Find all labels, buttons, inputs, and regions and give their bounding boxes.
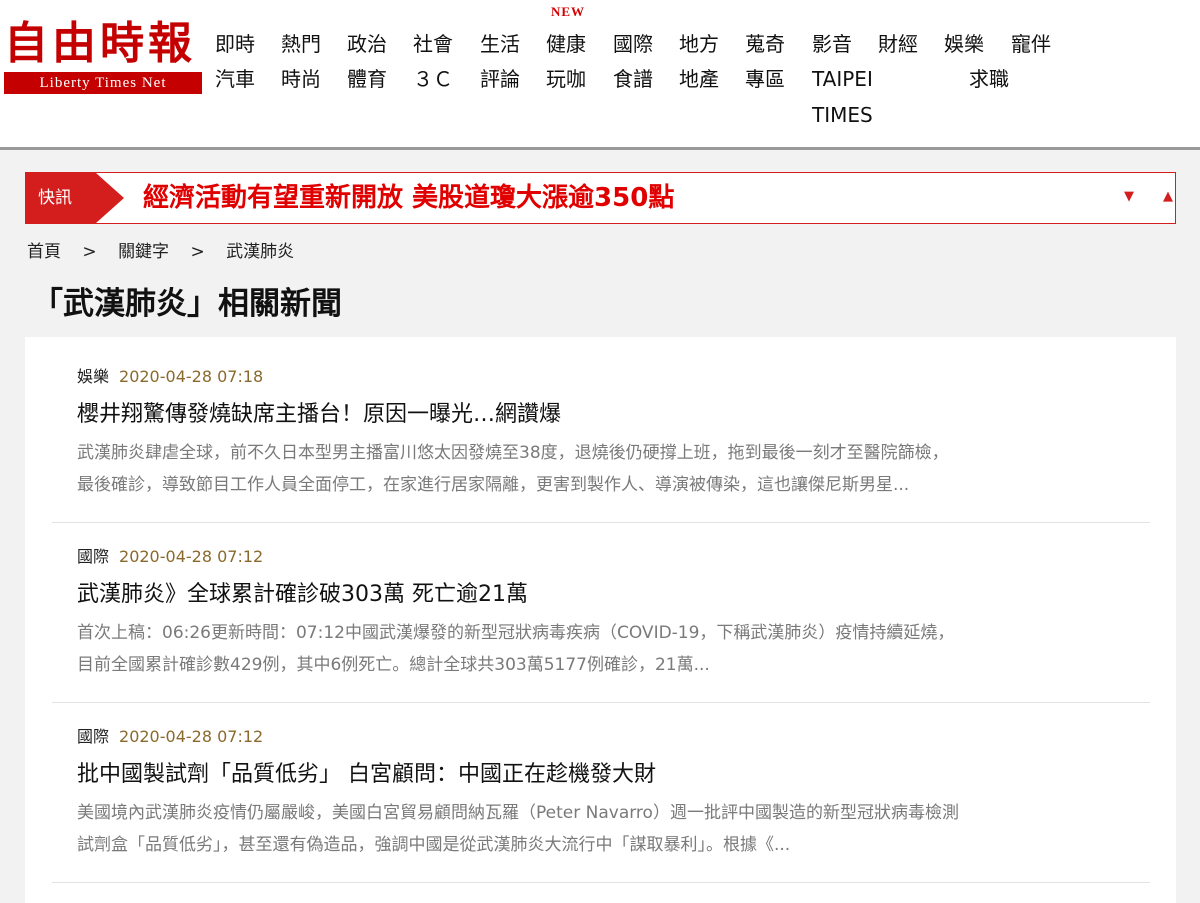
news-summary: 美國境內武漢肺炎疫情仍屬嚴峻，美國白宮貿易顧問納瓦羅（Peter Navarro… <box>77 797 1137 861</box>
news-summary-line: 目前全國累計確診數429例，其中6例死亡。總計全球共303萬5177例確診，21… <box>77 655 710 675</box>
nav-item-features[interactable]: 專區 <box>745 65 785 93</box>
breaking-news-ticker: 快訊 經濟活動有望重新開放 美股道瓊大漲逾350點 ▼ ▲ <box>25 172 1176 224</box>
breadcrumb-separator: > <box>190 242 205 262</box>
news-meta: 國際 2020-04-28 07:12 <box>77 545 263 569</box>
news-summary: 武漢肺炎肆虐全球，前不久日本型男主播富川悠太因發燒至38度，退燒後仍硬撐上班，拖… <box>77 437 1137 501</box>
breadcrumb-keyword[interactable]: 關鍵字 <box>118 239 169 265</box>
nav-item-world[interactable]: 國際 <box>613 30 653 58</box>
caret-down-icon[interactable]: ▼ <box>1124 187 1134 207</box>
caret-up-icon[interactable]: ▲ <box>1163 187 1173 207</box>
news-summary-line: 首次上稿：06:26更新時間：07:12中國武漢爆發的新型冠狀病毒疾病（COVI… <box>77 623 955 643</box>
nav-item-taipei-times-line2[interactable]: TIMES <box>812 101 873 129</box>
news-list: 娛樂 2020-04-28 07:18 櫻井翔驚傳發燒缺席主播台！原因一曝光…網讚… <box>25 337 1176 903</box>
nav-item-politics[interactable]: 政治 <box>347 30 387 58</box>
breadcrumb-separator: > <box>82 242 97 262</box>
nav-item-fashion[interactable]: 時尚 <box>281 65 321 93</box>
nav-item-sports[interactable]: 體育 <box>347 65 387 93</box>
ticker-arrow-shape <box>96 173 124 223</box>
nav-item-life[interactable]: 生活 <box>480 30 520 58</box>
nav-item-finance[interactable]: 財經 <box>878 30 918 58</box>
logo-english-name: Liberty Times Net <box>4 72 202 94</box>
news-item: 娛樂 2020-04-28 07:18 櫻井翔驚傳發燒缺席主播台！原因一曝光…網讚… <box>52 365 1150 523</box>
news-item: 國際 2020-04-28 07:12 武漢肺炎》全球累計確診破303萬 死亡逾2… <box>52 545 1150 703</box>
breaking-news-headline[interactable]: 經濟活動有望重新開放 美股道瓊大漲逾350點 <box>143 173 674 223</box>
news-meta: 娛樂 2020-04-28 07:18 <box>77 365 263 389</box>
news-summary-line: 試劑盒「品質低劣」，甚至還有偽造品，強調中國是從武漢肺炎大流行中「謀取暴利」。根… <box>77 835 791 855</box>
breadcrumb-home[interactable]: 首頁 <box>27 239 61 265</box>
nav-item-society[interactable]: 社會 <box>413 30 453 58</box>
news-category[interactable]: 國際 <box>77 727 109 746</box>
nav-item-jobs[interactable]: 求職 <box>969 65 1009 93</box>
news-summary-line: 武漢肺炎肆虐全球，前不久日本型男主播富川悠太因發燒至38度，退燒後仍硬撐上班，拖… <box>77 443 949 463</box>
news-summary-line: 最後確診，導致節目工作人員全面停工，在家進行居家隔離，更害到製作人、導演被傳染，… <box>77 475 910 495</box>
news-meta: 國際 2020-04-28 07:12 <box>77 725 263 749</box>
nav-item-auto[interactable]: 汽車 <box>215 65 255 93</box>
nav-item-recipes[interactable]: 食譜 <box>613 65 653 93</box>
logo-chinese-name: 自由時報 <box>4 18 196 69</box>
nav-item-popular[interactable]: 熱門 <box>281 30 321 58</box>
nav-item-novelty[interactable]: 蒐奇 <box>745 30 785 58</box>
news-item: 國際 2020-04-28 07:12 批中國製試劑「品質低劣」 白宮顧問：中國正… <box>52 725 1150 883</box>
nav-item-health[interactable]: 健康 <box>546 30 586 58</box>
breadcrumb-current[interactable]: 武漢肺炎 <box>226 239 294 265</box>
nav-item-instant[interactable]: 即時 <box>215 30 255 58</box>
nav-item-pets[interactable]: 寵伴 <box>1011 30 1051 58</box>
news-time: 2020-04-28 07:12 <box>119 727 264 746</box>
news-time: 2020-04-28 07:18 <box>119 367 264 386</box>
nav-item-taipei-times[interactable]: TAIPEI <box>812 65 873 93</box>
news-category[interactable]: 娛樂 <box>77 367 109 386</box>
news-category[interactable]: 國際 <box>77 547 109 566</box>
news-summary: 首次上稿：06:26更新時間：07:12中國武漢爆發的新型冠狀病毒疾病（COVI… <box>77 617 1137 681</box>
page-title: 「武漢肺炎」相關新聞 <box>32 286 342 322</box>
nav-item-local[interactable]: 地方 <box>679 30 719 58</box>
nav-item-playgoer[interactable]: 玩咖 <box>546 65 586 93</box>
breaking-news-label: 快訊 <box>26 173 96 223</box>
site-header: 自由時報 Liberty Times Net NEW 即時 熱門 政治 社會 生… <box>0 0 1200 150</box>
news-summary-line: 美國境內武漢肺炎疫情仍屬嚴峻，美國白宮貿易顧問納瓦羅（Peter Navarro… <box>77 803 959 823</box>
nav-item-video[interactable]: 影音 <box>812 30 852 58</box>
news-headline[interactable]: 批中國製試劑「品質低劣」 白宮顧問：中國正在趁機發大財 <box>77 759 656 791</box>
nav-item-property[interactable]: 地產 <box>679 65 719 93</box>
nav-item-opinion[interactable]: 評論 <box>480 65 520 93</box>
nav-item-3c[interactable]: ３Ｃ <box>413 65 453 93</box>
breadcrumb: 首頁 > 關鍵字 > 武漢肺炎 <box>27 239 294 265</box>
news-time: 2020-04-28 07:12 <box>119 547 264 566</box>
site-logo[interactable]: 自由時報 Liberty Times Net <box>4 18 202 98</box>
news-headline[interactable]: 櫻井翔驚傳發燒缺席主播台！原因一曝光…網讚爆 <box>77 399 561 431</box>
news-headline[interactable]: 武漢肺炎》全球累計確診破303萬 死亡逾21萬 <box>77 579 528 611</box>
nav-item-entertainment[interactable]: 娛樂 <box>944 30 984 58</box>
new-badge: NEW <box>551 4 586 19</box>
